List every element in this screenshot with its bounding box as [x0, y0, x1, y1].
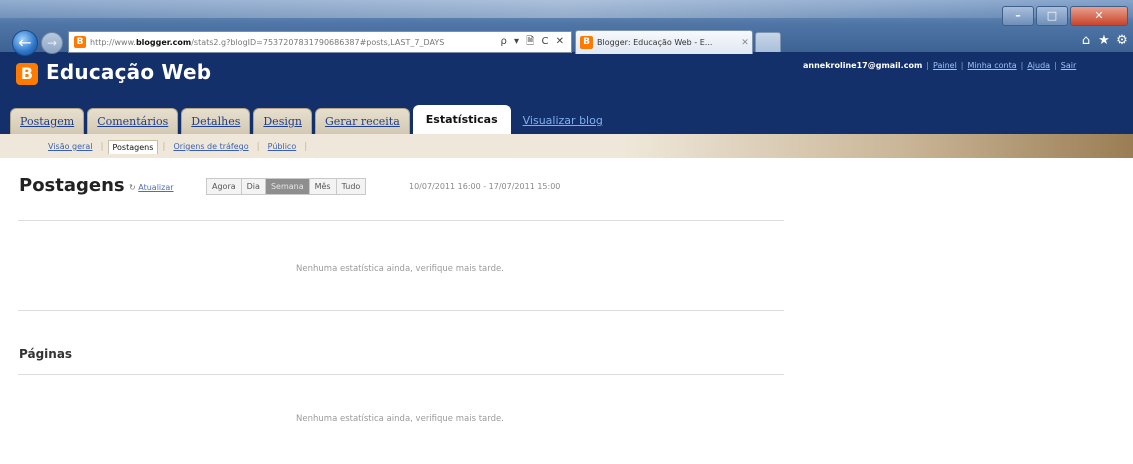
pages-section-title: Páginas [19, 347, 73, 361]
divider [18, 220, 784, 221]
divider [18, 374, 784, 375]
tab-gerar-receita[interactable]: Gerar receita [314, 108, 410, 134]
address-url[interactable]: http://www.blogger.com/stats2.g?blogID=7… [90, 38, 496, 47]
blogger-favicon-icon: B [74, 36, 86, 48]
range-semana-button[interactable]: Semana [265, 179, 310, 194]
divider [18, 310, 784, 311]
tab-detalhes[interactable]: Detalhes [181, 108, 251, 134]
range-dia-button[interactable]: Dia [242, 179, 266, 194]
subtab-visao-geral[interactable]: Visão geral [44, 140, 96, 154]
tab-close-icon[interactable]: ✕ [738, 38, 752, 48]
address-bar[interactable]: B http://www.blogger.com/stats2.g?blogID… [68, 31, 572, 53]
date-range-text: 10/07/2011 16:00 - 17/07/2011 15:00 [409, 182, 561, 191]
blog-title: Educação Web [46, 60, 212, 84]
new-tab-button[interactable] [755, 32, 781, 52]
url-rest: /stats2.g?blogID=7537207831790686387#pos… [191, 37, 445, 47]
link-ajuda[interactable]: Ajuda [1027, 61, 1050, 70]
favorites-star-icon[interactable]: ★ [1096, 33, 1112, 49]
maximize-button[interactable]: □ [1036, 6, 1068, 26]
page-title: Postagens [19, 175, 125, 196]
account-links: annekroline17@gmail.com | Painel | Minha… [803, 61, 1077, 70]
url-domain: blogger.com [135, 37, 192, 47]
browser-tab-title: Blogger: Educação Web - E... [597, 38, 713, 47]
home-icon[interactable]: ⌂ [1078, 33, 1094, 49]
range-agora-button[interactable]: Agora [207, 179, 242, 194]
address-tools-icons[interactable]: ρ ▾ 🗎 C ✕ [496, 34, 571, 51]
subtab-publico[interactable]: Público [264, 140, 301, 154]
browser-tab-active[interactable]: B Blogger: Educação Web - E... ✕ [575, 30, 753, 54]
main-tabs: Postagem Comentários Detalhes Design Ger… [10, 105, 615, 134]
close-window-button[interactable]: ✕ [1070, 6, 1128, 26]
forward-button[interactable]: → [41, 32, 63, 54]
link-minha-conta[interactable]: Minha conta [968, 61, 1017, 70]
view-blog-link[interactable]: Visualizar blog [514, 108, 612, 134]
minimize-button[interactable]: – [1002, 6, 1034, 26]
blogger-tab-favicon-icon: B [580, 36, 593, 49]
back-arrow-icon: ← [18, 33, 32, 52]
forward-arrow-icon: → [46, 36, 58, 50]
refresh-link[interactable]: Atualizar [138, 183, 173, 192]
tab-postagem[interactable]: Postagem [10, 108, 85, 134]
posts-empty-message: Nenhuma estatística ainda, verifique mai… [296, 264, 504, 274]
refresh-control[interactable]: ↻ Atualizar [129, 183, 174, 192]
url-prefix: http://www. [90, 37, 136, 47]
tab-comentarios[interactable]: Comentários [87, 108, 179, 134]
refresh-icon[interactable]: ↻ [129, 183, 136, 192]
tools-gear-icon[interactable]: ⚙ [1114, 33, 1130, 49]
subtab-postagens[interactable]: Postagens [107, 140, 159, 154]
tab-estatisticas[interactable]: Estatísticas [412, 105, 511, 134]
back-button[interactable]: ← [12, 30, 38, 56]
blogger-logo-icon[interactable]: B [16, 63, 38, 85]
range-tudo-button[interactable]: Tudo [337, 179, 366, 194]
time-range-selector: Agora Dia Semana Mês Tudo [206, 178, 367, 195]
blogger-header: B Educação Web annekroline17@gmail.com |… [0, 52, 1133, 134]
pages-empty-message: Nenhuma estatística ainda, verifique mai… [296, 414, 504, 424]
tab-design[interactable]: Design [253, 108, 312, 134]
user-email: annekroline17@gmail.com [803, 61, 923, 70]
subtab-origens-de-trafego[interactable]: Origens de tráfego [169, 140, 252, 154]
stats-sub-nav: Visão geral | Postagens | Origens de trá… [0, 134, 1133, 158]
range-mes-button[interactable]: Mês [310, 179, 337, 194]
link-sair[interactable]: Sair [1061, 61, 1077, 70]
link-painel[interactable]: Painel [933, 61, 957, 70]
browser-chrome: ← → B http://www.blogger.com/stats2.g?bl… [0, 0, 1133, 56]
